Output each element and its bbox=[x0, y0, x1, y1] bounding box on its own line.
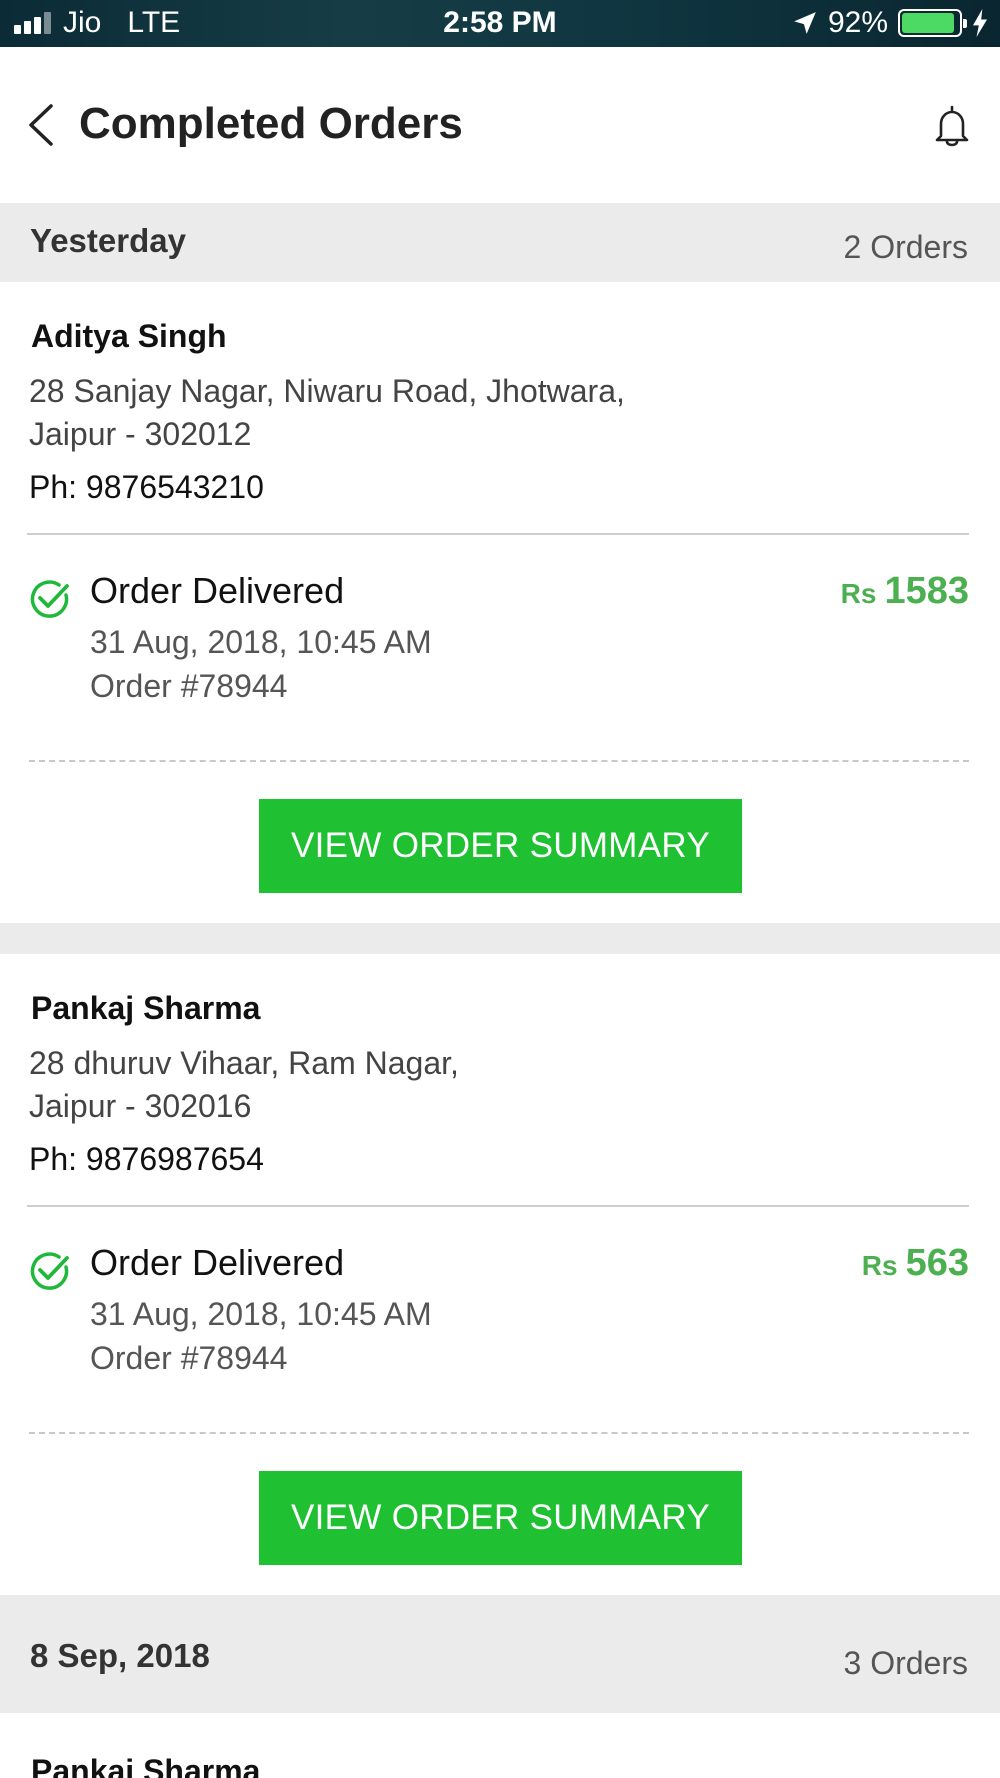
order-date: 31 Aug, 2018, 10:45 AM bbox=[90, 624, 432, 660]
order-price: Rs 563 bbox=[862, 1242, 969, 1285]
location-arrow-icon bbox=[794, 12, 816, 34]
check-circle-icon bbox=[30, 580, 69, 618]
app-header: Completed Orders bbox=[0, 47, 1000, 203]
section-order-count: 3 Orders bbox=[843, 1645, 968, 1681]
address-line-1: 28 Sanjay Nagar, Niwaru Road, Jhotwara, bbox=[29, 373, 625, 409]
order-number: Order #78944 bbox=[90, 1340, 288, 1376]
battery-fill bbox=[902, 13, 954, 33]
address-line-2: Jaipur - 302016 bbox=[29, 1088, 252, 1124]
price-currency: Rs bbox=[840, 578, 877, 609]
section-header-date: 8 Sep, 2018 3 Orders bbox=[0, 1595, 1000, 1713]
section-header-yesterday: Yesterday 2 Orders bbox=[0, 203, 1000, 282]
customer-address: 28 dhuruv Vihaar, Ram Nagar, Jaipur - 30… bbox=[29, 1042, 459, 1128]
order-status: Order Delivered bbox=[90, 1242, 345, 1283]
address-line-1: 28 dhuruv Vihaar, Ram Nagar, bbox=[29, 1045, 459, 1081]
section-title: Yesterday bbox=[30, 222, 186, 259]
price-amount: 1583 bbox=[884, 570, 969, 612]
view-order-summary-button[interactable]: VIEW ORDER SUMMARY bbox=[259, 1471, 742, 1565]
divider bbox=[27, 1205, 969, 1207]
back-chevron-icon[interactable] bbox=[22, 102, 62, 148]
section-order-count: 2 Orders bbox=[843, 229, 968, 265]
divider bbox=[27, 533, 969, 535]
order-status: Order Delivered bbox=[90, 570, 345, 611]
section-title: 8 Sep, 2018 bbox=[30, 1637, 210, 1674]
order-number: Order #78944 bbox=[90, 668, 288, 704]
customer-phone: Ph: 9876987654 bbox=[29, 1141, 264, 1177]
dashed-divider bbox=[29, 1432, 969, 1434]
page-title: Completed Orders bbox=[79, 99, 463, 148]
order-card: Pankaj Sharma 28 dhuruv Vihaar, Ram Naga… bbox=[0, 954, 1000, 1595]
status-bar: Jio LTE 2:58 PM 92% bbox=[0, 0, 1000, 47]
customer-phone: Ph: 9876543210 bbox=[29, 469, 264, 505]
order-card: Aditya Singh 28 Sanjay Nagar, Niwaru Roa… bbox=[0, 282, 1000, 923]
price-currency: Rs bbox=[861, 1250, 898, 1281]
status-right: 92% bbox=[792, 6, 988, 40]
order-card: Pankaj Sharma bbox=[0, 1713, 1000, 1778]
card-gap bbox=[0, 923, 1000, 954]
battery-percent: 92% bbox=[827, 6, 888, 39]
address-line-2: Jaipur - 302012 bbox=[29, 416, 252, 452]
charging-bolt-icon bbox=[973, 9, 987, 37]
view-order-summary-button[interactable]: VIEW ORDER SUMMARY bbox=[259, 799, 742, 893]
customer-name: Aditya Singh bbox=[31, 318, 227, 354]
order-date: 31 Aug, 2018, 10:45 AM bbox=[90, 1296, 432, 1332]
price-amount: 563 bbox=[905, 1242, 969, 1284]
dashed-divider bbox=[29, 760, 969, 762]
bell-icon[interactable] bbox=[932, 103, 972, 149]
customer-address: 28 Sanjay Nagar, Niwaru Road, Jhotwara, … bbox=[29, 370, 625, 456]
check-circle-icon bbox=[30, 1252, 69, 1290]
customer-name: Pankaj Sharma bbox=[31, 1753, 261, 1778]
customer-name: Pankaj Sharma bbox=[31, 990, 261, 1026]
battery-icon bbox=[898, 9, 967, 37]
order-price: Rs 1583 bbox=[841, 570, 969, 613]
